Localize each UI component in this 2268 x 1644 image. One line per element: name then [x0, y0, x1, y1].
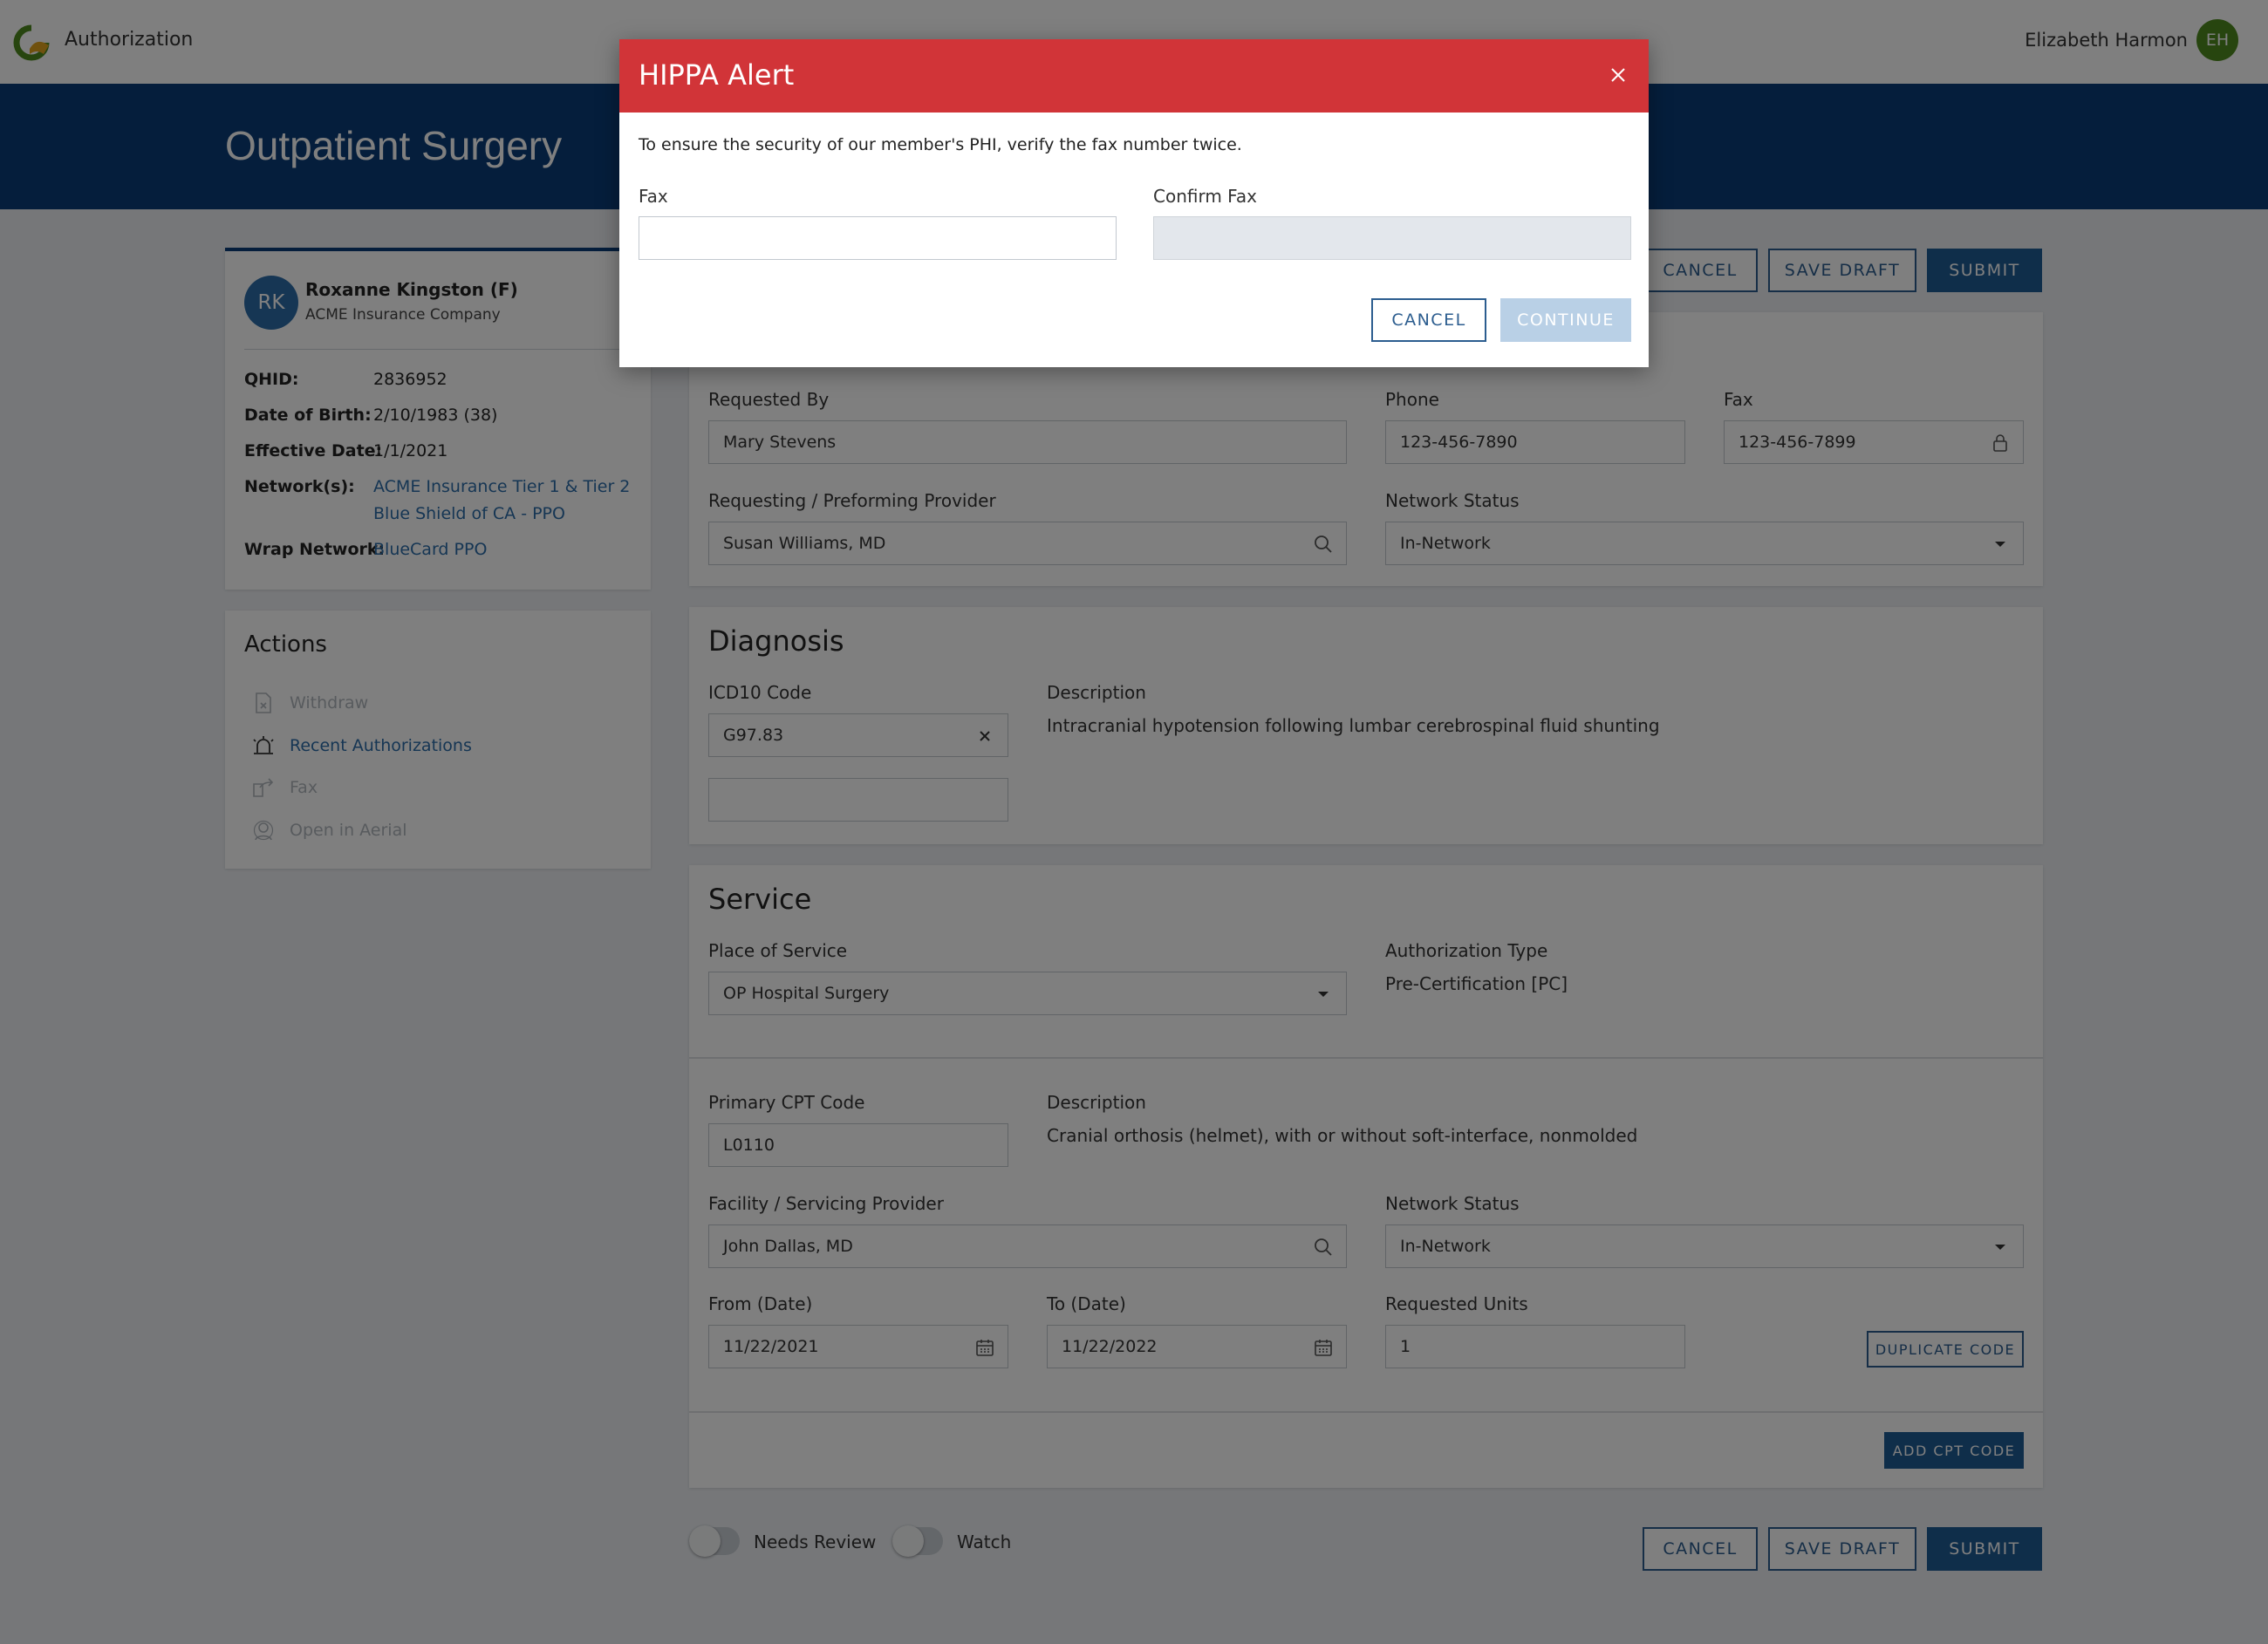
hippa-alert-dialog: HIPPA Alert To ensure the security of ou… — [619, 39, 1649, 367]
dialog-confirm-fax-input[interactable] — [1153, 216, 1631, 260]
dialog-title: HIPPA Alert — [639, 58, 795, 92]
dialog-continue-button[interactable]: CONTINUE — [1500, 298, 1631, 342]
dialog-fax-label: Fax — [639, 186, 668, 207]
dialog-message: To ensure the security of our member's P… — [639, 135, 1242, 154]
dialog-cancel-button[interactable]: CANCEL — [1371, 298, 1486, 342]
dialog-confirm-fax-label: Confirm Fax — [1153, 186, 1257, 207]
close-button[interactable] — [1603, 60, 1633, 90]
close-icon — [1611, 68, 1625, 82]
dialog-header: HIPPA Alert — [619, 39, 1649, 113]
dialog-fax-input[interactable] — [639, 216, 1117, 260]
